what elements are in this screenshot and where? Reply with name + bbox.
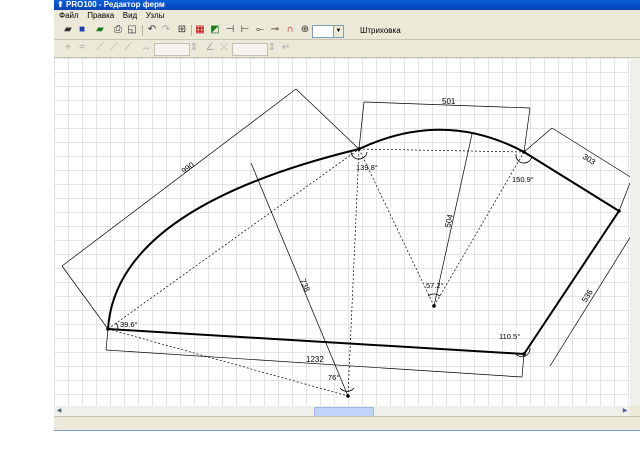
- toolbar-separator: [142, 25, 143, 36]
- slope-tool-icon[interactable]: ⟋: [94, 42, 106, 54]
- menu-bar: Файл Правка Вид Узлы: [54, 10, 640, 22]
- truss-drawing: 990 501 303 536 1232 738 504 39.6° 139.8…: [61, 88, 630, 398]
- angle-bottom-apex: 76°: [328, 373, 339, 382]
- menu-view[interactable]: Вид: [120, 10, 140, 22]
- drawing-canvas[interactable]: 990 501 303 536 1232 738 504 39.6° 139.8…: [54, 58, 630, 406]
- length-spinner-icon[interactable]: ⇕: [188, 42, 200, 54]
- dimension-left-arc: 990: [180, 160, 197, 176]
- zoom-input[interactable]: [312, 25, 334, 38]
- node[interactable]: [106, 327, 110, 331]
- angle-icon[interactable]: ∠: [204, 42, 216, 54]
- horizontal-scrollbar[interactable]: ◀ ▶: [54, 406, 630, 417]
- angle-left: 39.6°: [120, 320, 138, 329]
- grid-snap-icon[interactable]: ⊞: [176, 24, 188, 36]
- menu-nodes[interactable]: Узлы: [143, 10, 168, 22]
- angle-center: 57.2°: [426, 281, 444, 290]
- node-tool-icon[interactable]: ⊣: [224, 24, 236, 36]
- dimension-top-arc: 501: [442, 97, 456, 106]
- save-icon[interactable]: ■: [76, 24, 88, 36]
- undo-icon[interactable]: ↶: [146, 24, 158, 36]
- dimension-right-side: 536: [580, 288, 595, 305]
- app-icon: ⬆: [57, 0, 64, 9]
- window-title: PRO100 - Редактор ферм: [66, 0, 165, 9]
- menu-edit[interactable]: Правка: [84, 10, 117, 22]
- node-markers: [106, 147, 621, 398]
- dimension-tool-icon[interactable]: ⊢: [239, 24, 251, 36]
- title-bar: ⬆ PRO100 - Редактор ферм: [54, 0, 640, 10]
- truss-right-side-edge[interactable]: [523, 210, 620, 355]
- node[interactable]: [522, 150, 526, 154]
- angle-input[interactable]: [232, 43, 268, 56]
- print-icon[interactable]: ⎙: [112, 24, 124, 36]
- window-border: [54, 430, 640, 431]
- scroll-right-icon[interactable]: ▶: [620, 406, 630, 416]
- angle-top: 139.8°: [356, 163, 378, 172]
- angle-spinner-icon[interactable]: ⇕: [266, 42, 278, 54]
- zoom-icon[interactable]: ⊕: [299, 24, 311, 36]
- status-bar: [54, 416, 640, 430]
- dimension-radius: 504: [443, 213, 455, 229]
- angle-right-top: 150.9°: [512, 175, 534, 184]
- truss-left-arc[interactable]: [107, 148, 360, 330]
- angle-arcs: [115, 149, 533, 392]
- slope-tool-icon[interactable]: ⟋: [122, 42, 134, 54]
- slope-tool-icon[interactable]: ⟋: [108, 42, 120, 54]
- edit-toolbar: + = ⟋ ⟋ ⟋ ↔ ⇕ ∠ ⤫ ⇕ ↵: [54, 40, 640, 58]
- add-node-icon[interactable]: +: [62, 42, 74, 54]
- fill-icon[interactable]: ◩: [209, 24, 221, 36]
- remove-node-icon[interactable]: =: [76, 42, 88, 54]
- node[interactable]: [617, 209, 621, 213]
- node[interactable]: [522, 352, 526, 356]
- length-input[interactable]: [154, 43, 190, 56]
- scroll-left-icon[interactable]: ◀: [54, 406, 64, 416]
- open-folder-icon[interactable]: ▰: [62, 24, 74, 36]
- vertical-scrollbar[interactable]: [630, 58, 640, 406]
- truss-top-arc[interactable]: [358, 128, 525, 153]
- toolbar-separator: [191, 25, 192, 36]
- application-window: ⬆ PRO100 - Редактор ферм Файл Правка Вид…: [54, 0, 640, 430]
- node[interactable]: [346, 394, 350, 398]
- mirror-icon[interactable]: ⤫: [218, 42, 230, 54]
- line-tool-icon[interactable]: ⊸: [269, 24, 281, 36]
- node[interactable]: [357, 147, 361, 151]
- dimension-lines: [61, 88, 630, 397]
- dimension-right-top: 303: [581, 152, 598, 167]
- arc-tool-icon[interactable]: ⟜: [254, 24, 266, 36]
- dimension-bottom: 1232: [306, 355, 324, 364]
- redo-icon[interactable]: ↷: [160, 24, 172, 36]
- open-template-icon[interactable]: ▰: [94, 24, 106, 36]
- dimension-chord: 738: [298, 277, 312, 293]
- magnet-icon[interactable]: ∩: [284, 24, 296, 36]
- hatch-button[interactable]: Штриховка: [360, 25, 401, 36]
- chevron-down-icon[interactable]: ▼: [333, 25, 344, 38]
- arc-center-node[interactable]: [432, 304, 436, 308]
- print-preview-icon[interactable]: ◱: [126, 24, 138, 36]
- apply-icon[interactable]: ↵: [280, 42, 292, 54]
- truss-bottom-edge[interactable]: [107, 328, 525, 355]
- menu-file[interactable]: Файл: [56, 10, 82, 22]
- main-toolbar: ▰ ■ ▰ ⎙ ◱ ↶ ↷ ⊞ ▦ ◩ ⊣ ⊢ ⟜ ⊸ ∩ ⊕ ▼ Штрихо…: [54, 22, 640, 40]
- length-icon[interactable]: ↔: [140, 42, 152, 54]
- angle-bottom-right: 110.5°: [499, 332, 520, 341]
- truss-grid-icon[interactable]: ▦: [194, 24, 206, 36]
